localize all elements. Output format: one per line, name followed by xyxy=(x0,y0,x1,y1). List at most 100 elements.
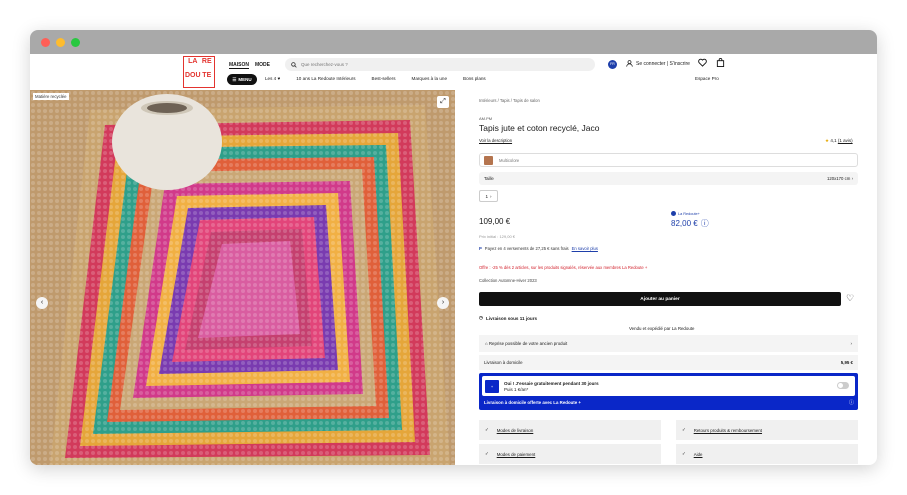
home-delivery-row[interactable]: Livraison à domicile 5,95 € xyxy=(479,355,858,370)
nav-item[interactable]: Best-sellers xyxy=(372,76,396,81)
logo-text: LA xyxy=(188,58,198,65)
nav-maison[interactable]: MAISON xyxy=(229,62,249,69)
paypal-installments: P Payez en 4 versements de 27,25 € sans … xyxy=(479,246,598,251)
header-icons xyxy=(698,58,725,67)
search-bar[interactable] xyxy=(285,58,595,71)
size-label: Taille xyxy=(484,176,494,181)
account-link[interactable]: Se connecter | S'inscrire xyxy=(626,60,690,67)
category-navbar: ☰ MENU Les 4 ♥ 10 ans La Redoute Intérie… xyxy=(30,71,877,87)
nav-items: Les 4 ♥ 10 ans La Redoute Intérieurs Bes… xyxy=(265,76,486,81)
paypal-logo-icon: P xyxy=(479,246,482,251)
universe-nav: MAISON MODE xyxy=(229,62,270,69)
initial-price: Prix initial : 129,00 € xyxy=(479,234,516,239)
fullscreen-expand-icon[interactable]: ⤢ xyxy=(437,96,449,108)
promo-text: Oui ! J'essaie gratuitement pendant 30 j… xyxy=(504,381,599,392)
info-icon[interactable]: ⓘ xyxy=(701,218,709,229)
delivery-modes-link[interactable]: ✓ Modes de livraison xyxy=(479,420,661,440)
product-price: 109,00 € xyxy=(479,217,511,226)
nav-item[interactable]: Marques à la une xyxy=(412,76,448,81)
product-brand[interactable]: AM.PM xyxy=(479,116,492,121)
see-description-link[interactable]: Voir la description xyxy=(479,138,512,143)
take-back-wrap: ⌂ Reprise possible de votre ancien produ… xyxy=(485,341,567,346)
check-icon: ✓ xyxy=(485,427,489,432)
redoute-plus-tag: La Redoute+ xyxy=(671,211,700,216)
redoute-plus-price: 82,00 € ⓘ xyxy=(671,218,709,229)
link-label: Modes de livraison xyxy=(496,427,534,433)
recycled-material-badge: Matière recyclée xyxy=(33,93,69,100)
clock-icon: ◷ xyxy=(479,315,484,320)
check-icon: ✓ xyxy=(485,451,489,456)
color-label: Multicolore xyxy=(499,157,520,163)
paypal-more-link[interactable]: En savoir plus xyxy=(572,246,598,251)
link-label: Modes de paiement xyxy=(496,451,536,457)
product-title: Tapis jute et coton recyclé, Jaco xyxy=(479,123,600,133)
nav-item[interactable]: Bons plans xyxy=(463,76,486,81)
chevron-right-icon: › xyxy=(851,176,853,181)
member-price: 82,00 € xyxy=(671,219,698,228)
promo-subtitle: Puis 1 €/an* xyxy=(504,386,529,392)
take-back-option[interactable]: ⌂ Reprise possible de votre ancien produ… xyxy=(479,335,858,352)
color-selector[interactable]: Multicolore xyxy=(479,153,858,167)
minimize-window-button[interactable] xyxy=(56,38,65,47)
product-image-gallery[interactable]: Matière recyclée ⤢ ‹ › xyxy=(30,90,455,465)
check-icon: ✓ xyxy=(682,427,686,432)
language-selector[interactable]: FR xyxy=(608,60,617,69)
rating-count: (1 avis) xyxy=(837,138,853,143)
logo-text: RE xyxy=(201,58,212,65)
home-delivery-label: Livraison à domicile xyxy=(484,360,523,365)
search-icon xyxy=(291,61,297,68)
info-icon[interactable]: ⓘ xyxy=(849,399,854,406)
recycle-icon: ⌂ xyxy=(485,341,488,346)
maximize-window-button[interactable] xyxy=(71,38,80,47)
product-content: Matière recyclée ⤢ ‹ › Intérieurs / Tapi… xyxy=(30,90,877,465)
size-value: 120x170 cm xyxy=(826,176,851,181)
quantity-selector[interactable]: 1 › xyxy=(479,190,498,202)
gallery-previous-arrow-icon[interactable]: ‹ xyxy=(36,297,48,309)
delivery-text: Livraison sous 11 jours xyxy=(486,315,538,321)
hamburger-icon: ☰ xyxy=(232,76,237,82)
rating-value: 4,1 xyxy=(830,138,837,143)
check-icon: ✓ xyxy=(682,451,686,456)
take-back-text: Reprise possible de votre ancien produit xyxy=(488,341,568,346)
nav-item[interactable]: Les 4 ♥ xyxy=(265,76,280,81)
promo-trial-card[interactable]: + Oui ! J'essaie gratuitement pendant 30… xyxy=(482,376,855,396)
chevron-right-icon: › xyxy=(490,193,492,199)
browser-titlebar xyxy=(30,30,877,54)
gallery-next-arrow-icon[interactable]: › xyxy=(437,297,449,309)
nav-pro-space[interactable]: Espace Pro xyxy=(695,76,719,81)
size-selector[interactable]: Taille 120x170 cm › xyxy=(479,172,858,185)
star-icon: ★ xyxy=(825,138,830,143)
color-swatch xyxy=(484,155,493,165)
offer-banner[interactable]: Offre : -25 % dès 2 articles, sur les pr… xyxy=(479,265,647,270)
home-delivery-price: 5,95 € xyxy=(840,360,853,365)
nav-item[interactable]: 10 ans La Redoute Intérieurs xyxy=(296,76,355,81)
wishlist-heart-icon[interactable] xyxy=(698,58,707,67)
breadcrumb[interactable]: Intérieurs / Tapis / Tapis de salon xyxy=(479,98,540,103)
rug-photo-image xyxy=(30,90,455,465)
link-label: Retours produits & remboursement xyxy=(693,427,763,433)
delivery-estimate: ◷ Livraison sous 11 jours xyxy=(479,315,537,321)
returns-refunds-link[interactable]: ✓ Retours produits & remboursement xyxy=(676,420,858,440)
redoute-plus-promo: + Oui ! J'essaie gratuitement pendant 30… xyxy=(479,373,858,410)
help-link[interactable]: ✓ Aide xyxy=(676,444,858,464)
user-icon xyxy=(626,60,633,67)
add-to-wishlist-heart-icon[interactable]: ♡ xyxy=(846,293,854,304)
product-rating[interactable]: ★ 4,1 (1 avis) xyxy=(825,138,853,144)
search-input[interactable] xyxy=(301,62,581,67)
promo-toggle-switch[interactable] xyxy=(837,382,849,389)
add-to-cart-button[interactable]: Ajouter au panier xyxy=(479,292,841,306)
redoute-plus-logo-icon xyxy=(671,211,676,216)
sold-by: Vendu et expédié par La Redoute xyxy=(629,326,695,331)
payment-modes-link[interactable]: ✓ Modes de paiement xyxy=(479,444,661,464)
redoute-plus-label: La Redoute+ xyxy=(678,211,700,216)
nav-mode[interactable]: MODE xyxy=(255,62,270,69)
cart-bag-icon[interactable] xyxy=(716,58,725,67)
redoute-plus-badge-icon: + xyxy=(485,379,499,393)
chevron-right-icon: › xyxy=(850,341,852,346)
browser-window: LA RE DOU TE MAISON MODE FR Se connecter… xyxy=(30,30,877,465)
collection-label: Collection Automne-Hiver 2023 xyxy=(479,278,537,283)
paypal-text: Payez en 4 versements de 27,25 € sans fr… xyxy=(484,246,569,251)
menu-label: MENU xyxy=(238,77,252,82)
menu-button[interactable]: ☰ MENU xyxy=(227,74,257,85)
close-window-button[interactable] xyxy=(41,38,50,47)
